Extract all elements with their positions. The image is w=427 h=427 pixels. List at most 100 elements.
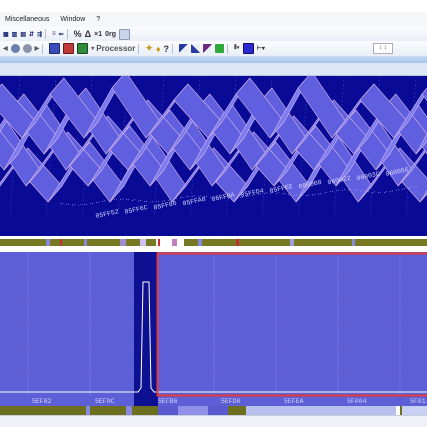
- floor-line: [329, 190, 335, 193]
- percent-icon[interactable]: %: [74, 29, 82, 39]
- chart-down-icon[interactable]: [191, 44, 201, 54]
- arrow-left-icon[interactable]: ⇐: [59, 29, 64, 39]
- plot-3d-canvas: 05FF52 05FF6C 05FF86 05FFA0 05FFBA 05FFD4 05FF…: [0, 71, 427, 220]
- floor-line: [317, 192, 323, 195]
- x-tick-label: 05FFA0: [182, 196, 206, 208]
- plot-2d-marker-strip[interactable]: [0, 406, 427, 415]
- word-icon[interactable]: ⇶: [37, 29, 42, 39]
- status-bar: [0, 415, 427, 427]
- image-icon[interactable]: [119, 28, 130, 40]
- menu-miscellaneous[interactable]: Miscellaneous: [5, 16, 49, 23]
- hex-icon[interactable]: ⇵: [29, 29, 34, 39]
- x-tick-label: 05FFBA: [211, 191, 235, 203]
- bars-icon[interactable]: ⦀▾: [234, 44, 240, 54]
- menu-window[interactable]: Window: [60, 16, 85, 23]
- x-tick-label: 5F004: [347, 398, 367, 405]
- ascii-icon[interactable]: ▤: [20, 29, 26, 39]
- toolbar-separator: [227, 43, 229, 54]
- panel-header: [0, 63, 427, 76]
- x-tick-label: 5EF9C: [95, 398, 115, 405]
- app-window: Miscellaneous Window ? ▦ ▥ ▤ ⇵ ⇶ ≡ ⇐ % Δ…: [0, 0, 427, 427]
- view-v-icon[interactable]: [63, 43, 75, 54]
- toolbar-row-1: ▦ ▥ ▤ ⇵ ⇶ ≡ ⇐ % Δ ×1 0rg: [0, 27, 427, 42]
- dropdown-arrow-icon[interactable]: ▾: [91, 44, 94, 54]
- bulb-icon[interactable]: ♦: [156, 44, 161, 54]
- floor-line: [137, 199, 143, 202]
- help-cursor-icon[interactable]: ?: [164, 44, 170, 54]
- plot-2d-axis-labels: 5EF82 5EF9C 5EFB6 5EFD0 5EFEA 5F004 5F01: [32, 398, 426, 405]
- floor-line: [179, 196, 185, 199]
- x-tick-label: 5EFEA: [284, 398, 304, 405]
- floor-line: [131, 199, 137, 201]
- color-box-icon[interactable]: [242, 43, 254, 54]
- home-alt-icon[interactable]: [22, 44, 32, 54]
- floor-line: [311, 193, 317, 196]
- plot-2d-selection-box[interactable]: [156, 252, 427, 397]
- pin-icon[interactable]: ✦: [145, 43, 153, 54]
- scale-spinbox[interactable]: ↕ ↕: [373, 43, 393, 54]
- view-p-icon[interactable]: [49, 43, 61, 54]
- plot-3d-panel[interactable]: 05FF52 05FF6C 05FF86 05FFA0 05FFBA 05FFD4 05FF…: [0, 71, 427, 236]
- floor-line: [377, 191, 383, 193]
- floor-line: [389, 190, 395, 192]
- origin-icon[interactable]: 0rg: [105, 29, 116, 39]
- x-tick-label: 5EFD0: [221, 398, 241, 405]
- floor-line: [125, 198, 131, 201]
- view-m-icon[interactable]: [77, 43, 89, 54]
- multiply-icon[interactable]: ×1: [94, 29, 102, 39]
- floor-line: [119, 198, 125, 200]
- plot-3d-surface: [0, 71, 427, 203]
- floor-line: [335, 189, 341, 192]
- floor-line: [59, 202, 65, 205]
- floor-line: [143, 200, 149, 203]
- plot-2d-panel[interactable]: 5EF82 5EF9C 5EFB6 5EFD0 5EFEA 5F004 5F01: [0, 252, 427, 406]
- floor-line: [395, 189, 401, 191]
- toolbar-separator: [66, 29, 68, 39]
- floor-line: [155, 200, 161, 203]
- signed-icon[interactable]: ≡: [52, 29, 56, 39]
- home-icon[interactable]: [10, 44, 20, 54]
- x-tick-label: 05FF52: [95, 208, 119, 220]
- x-tick-label: 5EF82: [32, 398, 52, 405]
- floor-line: [71, 203, 77, 206]
- menu-bar: Miscellaneous Window ?: [0, 12, 427, 27]
- floor-line: [101, 200, 107, 202]
- x-tick-label: 5EFB6: [158, 398, 178, 405]
- x-tick-label: 5F01: [410, 398, 426, 405]
- toolbar-separator: [138, 43, 140, 54]
- chart-up-icon[interactable]: [179, 44, 189, 54]
- floor-line: [149, 200, 155, 203]
- floor-line: [383, 191, 389, 193]
- floor-line: [77, 203, 83, 206]
- plot-2d-trace: [0, 281, 427, 393]
- floor-line: [263, 192, 269, 194]
- line-style-icon[interactable]: ⊢▾: [257, 44, 265, 54]
- plot-3d-marker-strip[interactable]: [0, 239, 427, 246]
- plot-2d-highlight-band: [134, 252, 158, 406]
- floor-line: [341, 188, 347, 191]
- plot-2d-gridlines: [0, 252, 427, 396]
- floor-line: [95, 201, 101, 204]
- back-icon[interactable]: ◀: [3, 44, 8, 54]
- title-strip: [0, 0, 427, 12]
- floor-line: [83, 203, 89, 206]
- toolbar-row-2: ◀ ▶ ▾ Processor ✦ ♦ ? ⦀▾ ⊢▾ ↕ ↕: [0, 41, 427, 57]
- chart-zoom-icon[interactable]: [203, 44, 213, 54]
- delta-icon[interactable]: Δ: [85, 29, 91, 39]
- toolbar-separator: [45, 29, 47, 39]
- palette-icon[interactable]: [215, 44, 225, 54]
- tab-strip: [0, 56, 427, 63]
- menu-help[interactable]: ?: [96, 16, 100, 23]
- x-tick-label: 05FF6C: [124, 204, 148, 216]
- floor-line: [323, 191, 329, 194]
- floor-line: [305, 194, 311, 197]
- processor-button[interactable]: Processor: [96, 44, 135, 53]
- plot-2d-canvas: 5EF82 5EF9C 5EFB6 5EFD0 5EFEA 5F004 5F01: [0, 252, 427, 406]
- floor-line: [185, 195, 191, 198]
- toolbar-separator: [172, 43, 174, 54]
- forward-icon[interactable]: ▶: [35, 44, 40, 54]
- bits-32-icon[interactable]: ▦: [3, 29, 9, 39]
- toolbar-separator: [42, 43, 44, 54]
- floor-line: [371, 191, 377, 193]
- bits-16-icon[interactable]: ▥: [12, 29, 18, 39]
